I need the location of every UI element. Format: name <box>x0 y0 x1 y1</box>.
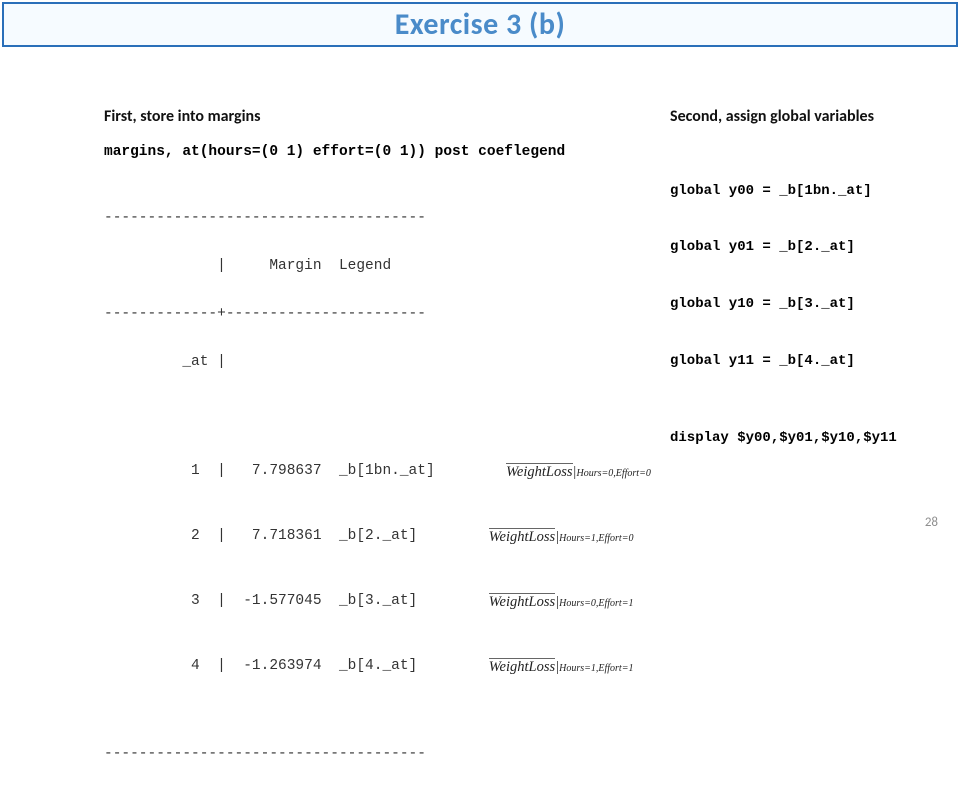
formula: WeightLoss|Hours=0,Effort=0 <box>463 444 651 498</box>
rule-top: ------------------------------------- <box>104 210 664 226</box>
page-title: Exercise 3 (b) <box>395 6 566 43</box>
global-line: global y00 = _b[1bn._at] <box>670 182 950 201</box>
right-column: Second, assign global variables global y… <box>670 107 950 446</box>
formula: WeightLoss|Hours=1,Effort=0 <box>445 509 633 563</box>
page-number: 28 <box>925 515 938 530</box>
global-commands: global y00 = _b[1bn._at] global y01 = _b… <box>670 144 950 408</box>
hat-text: WeightLoss <box>489 593 555 611</box>
display-command: display $y00,$y01,$y10,$y11 <box>670 430 950 446</box>
left-heading: First, store into margins <box>104 107 664 126</box>
hat-text: WeightLoss <box>506 463 572 481</box>
table-row: 2 | 7.718361 _b[2._at] WeightLoss|Hours=… <box>104 519 664 552</box>
rule-bottom: ------------------------------------- <box>104 746 664 762</box>
hat-text: WeightLoss <box>489 528 555 546</box>
table-row: 4 | -1.263974 _b[4._at] WeightLoss|Hours… <box>104 649 664 682</box>
global-line: global y01 = _b[2._at] <box>670 238 950 257</box>
title-bar: Exercise 3 (b) <box>2 2 958 47</box>
row-values: 1 | 7.798637 _b[1bn._at] <box>104 463 435 479</box>
row-values: 3 | -1.577045 _b[3._at] <box>104 593 417 609</box>
formula-sub: Hours=1,Effort=1 <box>559 663 633 674</box>
global-line: global y11 = _b[4._at] <box>670 352 950 371</box>
left-column: First, store into margins margins, at(ho… <box>104 107 664 794</box>
row-values: 2 | 7.718361 _b[2._at] <box>104 528 417 544</box>
margins-output: ------------------------------------- | … <box>104 178 664 794</box>
global-line: global y10 = _b[3._at] <box>670 295 950 314</box>
table-header: | Margin Legend <box>104 258 664 274</box>
at-label: _at | <box>104 354 664 370</box>
formula-sub: Hours=0,Effort=1 <box>559 598 633 609</box>
table-rows: 1 | 7.798637 _b[1bn._at] WeightLoss|Hour… <box>104 422 664 714</box>
table-row: 1 | 7.798637 _b[1bn._at] WeightLoss|Hour… <box>104 454 664 487</box>
right-heading: Second, assign global variables <box>670 107 950 126</box>
table-row: 3 | -1.577045 _b[3._at] WeightLoss|Hours… <box>104 584 664 617</box>
row-values: 4 | -1.263974 _b[4._at] <box>104 658 417 674</box>
content-area: First, store into margins margins, at(ho… <box>0 47 960 107</box>
hat-text: WeightLoss <box>489 658 555 676</box>
rule-mid: -------------+----------------------- <box>104 306 664 322</box>
formula: WeightLoss|Hours=1,Effort=1 <box>445 639 633 693</box>
formula-sub: Hours=1,Effort=0 <box>559 533 633 544</box>
formula-sub: Hours=0,Effort=0 <box>577 468 651 479</box>
formula: WeightLoss|Hours=0,Effort=1 <box>445 574 633 628</box>
margins-command: margins, at(hours=(0 1) effort=(0 1)) po… <box>104 144 664 160</box>
